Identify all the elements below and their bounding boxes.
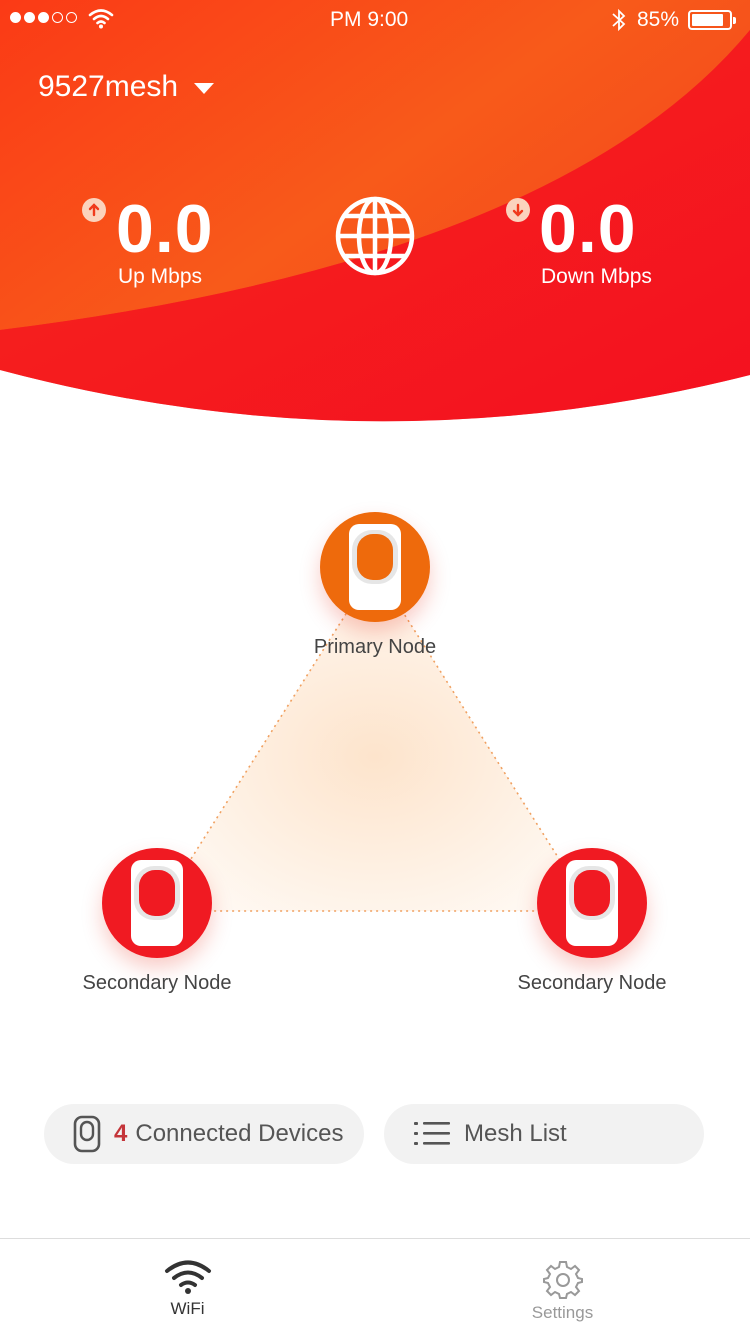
connected-devices-button[interactable]: 4 Connected Devices [44,1104,364,1164]
primary-node-icon [320,512,430,622]
download-speed-label: Down Mbps [541,265,652,288]
secondary-node-left-label: Secondary Node [82,972,232,994]
tab-settings-label: Settings [531,1303,594,1322]
upload-speed-label: Up Mbps [118,265,203,288]
tab-settings[interactable]: Settings [375,1239,750,1336]
connected-devices-label: Connected Devices [135,1120,344,1147]
status-bar: PM 9:00 85% [0,6,750,36]
mesh-list-button[interactable]: Mesh List [384,1104,704,1164]
download-speed-value: 0.0 [539,191,637,267]
gear-icon [542,1261,583,1299]
tab-wifi-label: WiFi [170,1299,205,1318]
secondary-node-left[interactable]: Secondary Node [83,848,231,994]
arrow-down-icon [506,198,530,222]
chevron-down-icon [194,82,215,94]
globe-icon [335,196,415,276]
arrow-up-icon [82,198,106,222]
primary-node[interactable]: Primary Node [314,512,436,658]
status-time: PM 9:00 [330,8,409,31]
battery-icon [688,10,736,30]
secondary-node-right-label: Secondary Node [517,972,667,994]
secondary-node-right-icon [537,848,647,958]
upload-speed-value: 0.0 [116,191,214,267]
device-icon [73,1115,101,1153]
wifi-icon [164,1260,211,1294]
tab-bar: WiFi Settings [0,1238,750,1336]
connected-devices-count: 4 [114,1120,128,1147]
secondary-node-left-icon [102,848,212,958]
header-banner: PM 9:00 85% 9527mesh 0.0 Up Mbps 0.0 Dow… [0,0,750,430]
battery-percent: 85% [637,8,680,31]
bluetooth-icon [612,8,626,32]
wifi-status-icon [88,9,114,29]
signal-strength-icon [10,12,77,23]
mesh-list-label: Mesh List [464,1120,567,1147]
network-name: 9527mesh [38,70,179,103]
tab-wifi[interactable]: WiFi [0,1239,375,1336]
network-selector[interactable]: 9527mesh [38,70,215,104]
list-icon [414,1122,450,1145]
secondary-node-right[interactable]: Secondary Node [518,848,666,994]
primary-node-label: Primary Node [313,636,437,658]
